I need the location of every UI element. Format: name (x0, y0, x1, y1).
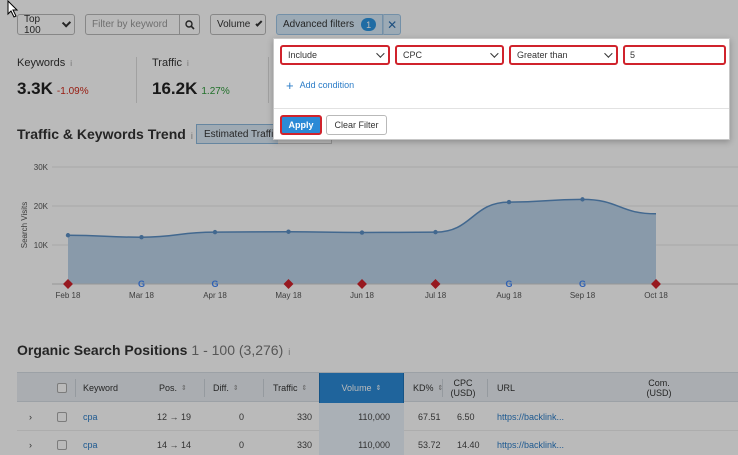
filter-value-input[interactable]: 5 (623, 45, 726, 65)
page: Top 100 Filter by keyword Volume Advance… (0, 0, 738, 455)
clear-filter-button-label: Clear Filter (334, 120, 379, 130)
apply-button[interactable]: Apply (280, 115, 322, 135)
filter-operator-select[interactable]: Greater than (509, 45, 618, 65)
apply-button-label: Apply (288, 120, 314, 130)
include-exclude-value: Include (288, 50, 318, 60)
plus-icon: + (286, 77, 294, 93)
chevron-down-icon (490, 49, 499, 58)
filter-condition-row: Include CPC Greater than 5 (280, 45, 726, 65)
mouse-cursor-icon (7, 0, 19, 18)
advanced-filters-popup: Include CPC Greater than 5 + Add conditi… (273, 38, 730, 140)
filter-field-select[interactable]: CPC (395, 45, 504, 65)
popup-footer: Apply Clear Filter (274, 108, 729, 140)
add-condition-label: Add condition (299, 80, 355, 90)
clear-filter-button[interactable]: Clear Filter (326, 115, 387, 135)
filter-operator-value: Greater than (517, 50, 568, 60)
chevron-down-icon (604, 49, 613, 58)
add-condition-link[interactable]: + Add condition (286, 77, 355, 93)
include-exclude-select[interactable]: Include (280, 45, 390, 65)
filter-field-value: CPC (403, 50, 423, 60)
chevron-down-icon (376, 49, 385, 58)
filter-value-text: 5 (630, 50, 636, 60)
